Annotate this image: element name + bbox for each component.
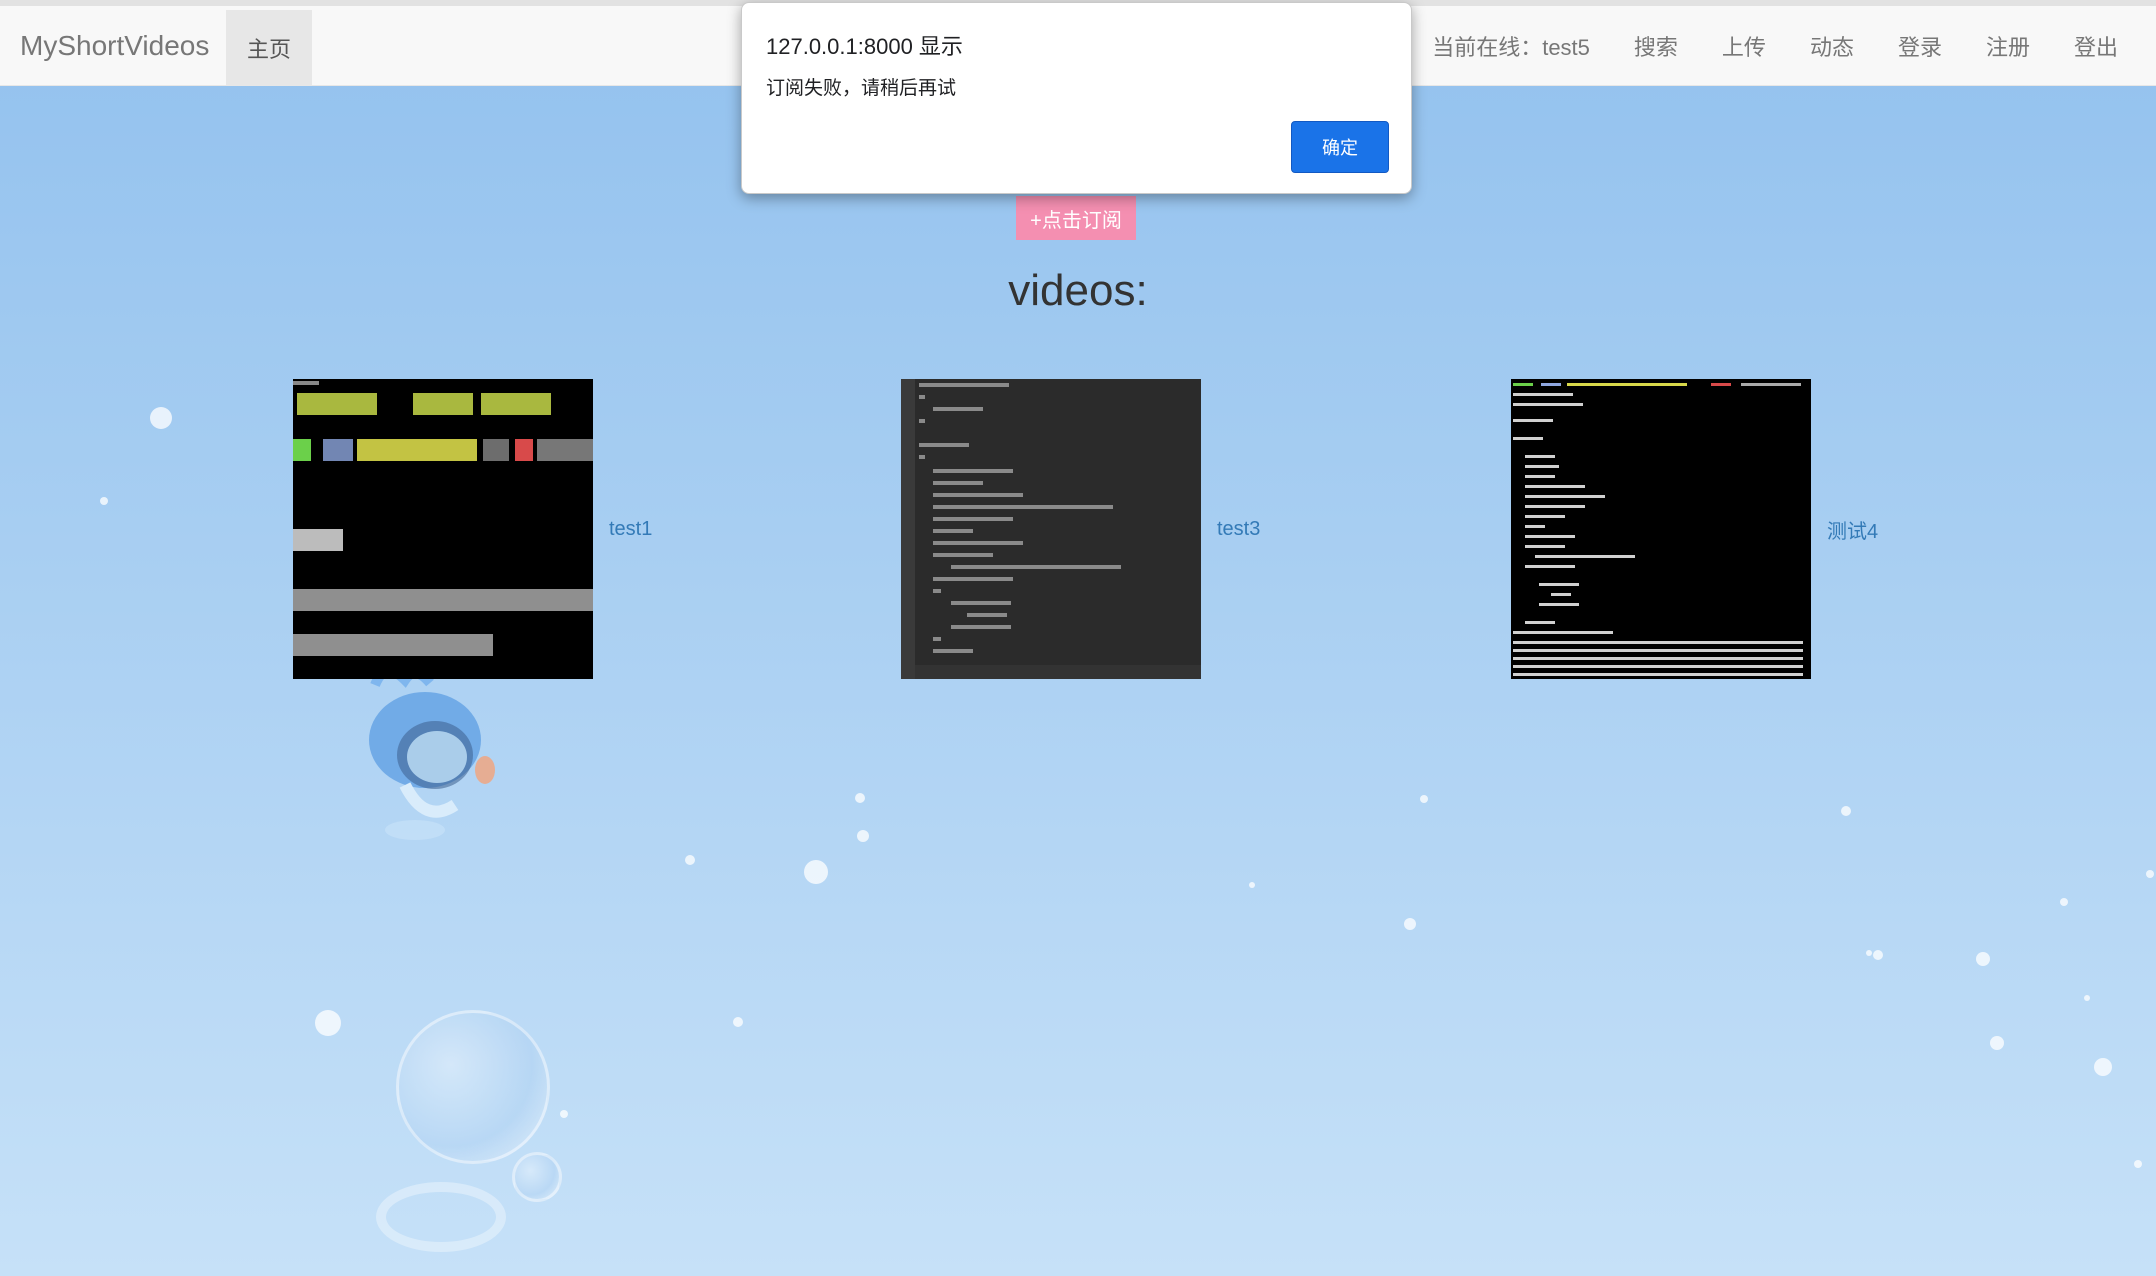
bubble — [1866, 950, 1872, 956]
online-user-text: 当前在线：test5 — [1432, 35, 1590, 60]
video-card: test1 — [293, 379, 652, 679]
video-card: test3 — [901, 379, 1260, 679]
bubble-ring — [376, 1182, 506, 1252]
dialog-message: 订阅失败，请稍后再试 — [766, 78, 957, 99]
bubble — [1990, 1036, 2004, 1050]
bubble — [1976, 952, 1990, 966]
nav-right-group: 当前在线：test5 搜索 上传 动态 登录 注册 登出 — [1432, 6, 2156, 86]
videos-heading: videos: — [1008, 266, 1148, 315]
nav-upload[interactable]: 上传 — [1722, 30, 1766, 62]
bubble — [1420, 795, 1428, 803]
bubble — [512, 1152, 562, 1202]
nav-feed[interactable]: 动态 — [1810, 30, 1854, 62]
brand-logo[interactable]: MyShortVideos — [20, 30, 209, 62]
nav-home[interactable]: 主页 — [226, 10, 312, 86]
video-link[interactable]: test1 — [609, 518, 652, 541]
terminal-thumbnail-image — [293, 379, 593, 679]
bubble — [1404, 918, 1416, 930]
video-thumbnail[interactable] — [1511, 379, 1811, 679]
video-card: 测试4 — [1511, 379, 1878, 679]
bubble — [733, 1017, 743, 1027]
bubble — [857, 830, 869, 842]
bubble — [1873, 950, 1883, 960]
video-link[interactable]: test3 — [1217, 518, 1260, 541]
nav-login[interactable]: 登录 — [1898, 30, 1942, 62]
nav-search[interactable]: 搜索 — [1634, 30, 1678, 62]
bubble — [150, 407, 172, 429]
bubble — [1841, 806, 1851, 816]
diver-mascot-illustration — [345, 655, 525, 855]
bubble — [1249, 882, 1255, 888]
nav-register[interactable]: 注册 — [1986, 30, 2030, 62]
terminal-thumbnail-image — [1511, 379, 1811, 679]
bubble — [2146, 870, 2154, 878]
subscribe-button[interactable]: +点击订阅 — [1016, 196, 1136, 240]
bubble — [560, 1110, 568, 1118]
video-link[interactable]: 测试4 — [1827, 515, 1878, 544]
nav-logout[interactable]: 登出 — [2074, 30, 2118, 62]
bubble — [315, 1010, 341, 1036]
video-thumbnail[interactable] — [901, 379, 1201, 679]
bubble — [2134, 1160, 2142, 1168]
ok-button[interactable]: 确定 — [1291, 121, 1389, 173]
bubble — [2084, 995, 2090, 1001]
dialog-title: 127.0.0.1:8000 显示 — [766, 34, 963, 59]
bubble — [100, 497, 108, 505]
video-thumbnail[interactable] — [293, 379, 593, 679]
bubble — [855, 793, 865, 803]
bubble — [685, 855, 695, 865]
large-bubble — [396, 1010, 550, 1164]
bubble — [804, 860, 828, 884]
bubble — [2060, 898, 2068, 906]
bubble — [2094, 1058, 2112, 1076]
alert-dialog: 127.0.0.1:8000 显示 订阅失败，请稍后再试 确定 — [741, 2, 1412, 194]
code-editor-thumbnail-image — [915, 379, 1201, 679]
